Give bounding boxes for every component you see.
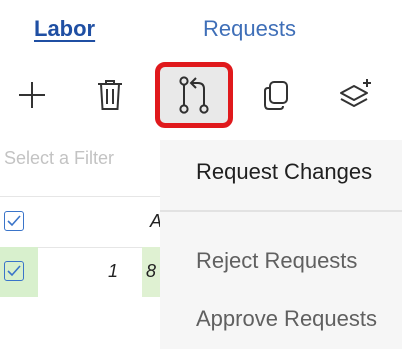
row-cell-value: 1	[108, 261, 119, 281]
delete-button[interactable]	[80, 66, 140, 124]
copy-icon	[264, 81, 288, 110]
copy-button[interactable]	[246, 66, 306, 124]
row-cell-value: 8	[146, 261, 157, 281]
add-layer-button[interactable]	[326, 66, 386, 124]
filter-input[interactable]: Select a Filter	[4, 148, 114, 169]
row-checkbox[interactable]	[4, 261, 24, 281]
data-grid: Select a Filter A 1 8	[0, 140, 162, 349]
checkmark-icon	[7, 215, 21, 227]
menu-item-request-changes[interactable]: Request Changes	[196, 159, 372, 185]
menu-item-approve-requests[interactable]: Approve Requests	[196, 306, 377, 332]
request-changes-button[interactable]	[155, 62, 233, 128]
checkmark-icon	[7, 265, 21, 277]
trash-icon	[98, 80, 122, 110]
plus-icon	[19, 82, 45, 108]
select-all-checkbox[interactable]	[4, 211, 24, 231]
request-changes-menu: Request Changes Reject Requests Approve …	[160, 140, 402, 349]
add-button[interactable]	[2, 66, 62, 124]
tab-requests[interactable]: Requests	[203, 16, 296, 42]
layers-add-icon	[340, 79, 371, 107]
table-row[interactable]: 1 8	[0, 247, 160, 297]
menu-divider	[160, 210, 402, 212]
tab-labor[interactable]: Labor	[34, 16, 95, 42]
menu-item-reject-requests[interactable]: Reject Requests	[196, 248, 357, 274]
request-changes-icon	[179, 76, 209, 114]
grid-header: A	[0, 196, 162, 248]
